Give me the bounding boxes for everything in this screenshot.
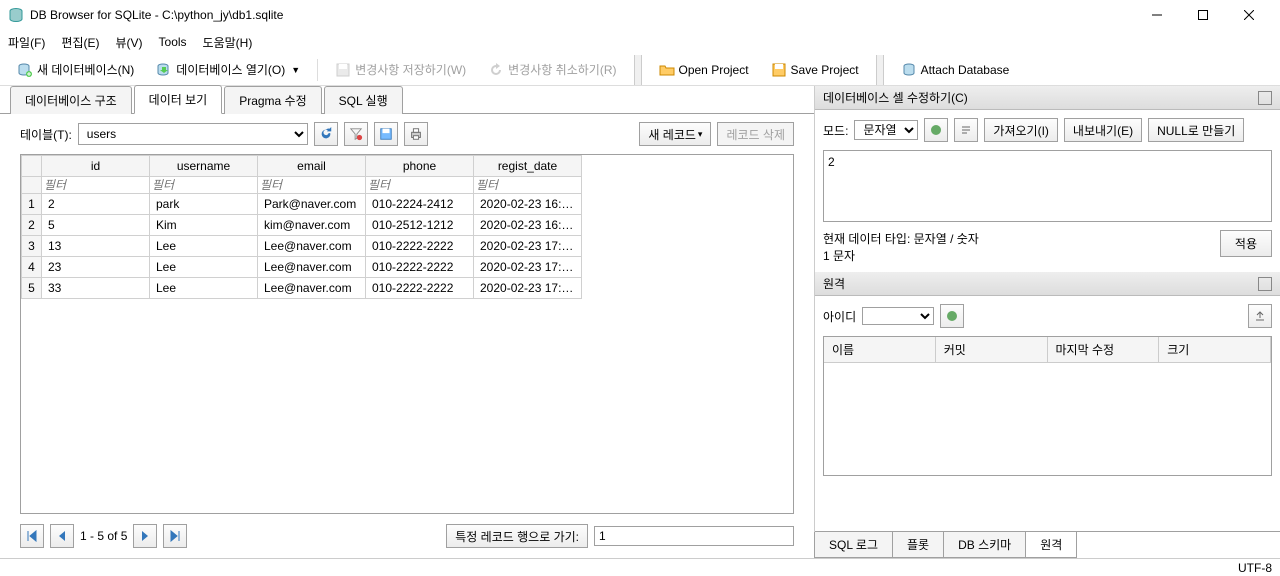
goto-row-input[interactable] bbox=[594, 526, 794, 546]
save-icon bbox=[335, 62, 351, 78]
menu-view[interactable]: 뷰(V) bbox=[115, 34, 142, 51]
col-username-header[interactable]: username bbox=[150, 156, 258, 177]
table-row[interactable]: 3 13 Lee Lee@naver.com 010-2222-2222 202… bbox=[22, 236, 582, 257]
print-button[interactable] bbox=[404, 122, 428, 146]
window-title: DB Browser for SQLite - C:\python_jy\db1… bbox=[30, 8, 1134, 22]
revert-changes-button[interactable]: 변경사항 취소하기(R) bbox=[479, 56, 625, 83]
remote-refresh-button[interactable] bbox=[940, 304, 964, 328]
folder-open-icon bbox=[659, 62, 675, 78]
char-count: 1 문자 bbox=[823, 247, 979, 264]
open-database-button[interactable]: 데이터베이스 열기(O) ▼ bbox=[147, 56, 309, 83]
tab-sql[interactable]: SQL 실행 bbox=[324, 86, 403, 114]
statusbar: UTF-8 bbox=[0, 558, 1280, 576]
tab-structure[interactable]: 데이터베이스 구조 bbox=[10, 86, 132, 114]
main-tabs: 데이터베이스 구조 데이터 보기 Pragma 수정 SQL 실행 bbox=[0, 86, 814, 114]
clear-filter-button[interactable] bbox=[344, 122, 368, 146]
table-select[interactable]: users bbox=[78, 123, 308, 145]
format-button[interactable] bbox=[924, 118, 948, 142]
revert-icon bbox=[488, 62, 504, 78]
table-row[interactable]: 2 5 Kim kim@naver.com 010-2512-1212 2020… bbox=[22, 215, 582, 236]
tab-browse[interactable]: 데이터 보기 bbox=[134, 85, 223, 114]
data-type-info: 현재 데이터 타입: 문자열 / 숫자 bbox=[823, 230, 979, 247]
attach-database-button[interactable]: Attach Database bbox=[892, 57, 1019, 83]
open-project-button[interactable]: Open Project bbox=[650, 57, 758, 83]
apply-button[interactable]: 적용 bbox=[1220, 230, 1272, 257]
refresh-button[interactable] bbox=[314, 122, 338, 146]
mode-label: 모드: bbox=[823, 122, 848, 139]
filter-phone[interactable] bbox=[366, 177, 473, 193]
prev-page-button[interactable] bbox=[50, 524, 74, 548]
menu-tools[interactable]: Tools bbox=[159, 35, 187, 49]
last-page-button[interactable] bbox=[163, 524, 187, 548]
cell-editor-header: 데이터베이스 셀 수정하기(C) bbox=[815, 86, 1280, 110]
data-table[interactable]: id username email phone regist_date bbox=[20, 154, 794, 514]
chevron-down-icon: ▼ bbox=[291, 65, 300, 75]
tab-schema[interactable]: DB 스키마 bbox=[943, 532, 1026, 558]
bottom-tabs: SQL 로그 플롯 DB 스키마 원격 bbox=[815, 531, 1280, 558]
table-row[interactable]: 4 23 Lee Lee@naver.com 010-2222-2222 202… bbox=[22, 257, 582, 278]
table-row[interactable]: 5 33 Lee Lee@naver.com 010-2222-2222 202… bbox=[22, 278, 582, 299]
table-row[interactable]: 1 2 park Park@naver.com 010-2224-2412 20… bbox=[22, 194, 582, 215]
separator-big bbox=[634, 55, 642, 85]
separator bbox=[317, 59, 318, 81]
menu-edit[interactable]: 편집(E) bbox=[61, 34, 99, 51]
remote-col-size[interactable]: 크기 bbox=[1159, 337, 1271, 362]
tab-pragma[interactable]: Pragma 수정 bbox=[224, 86, 321, 114]
remote-id-select[interactable] bbox=[862, 307, 934, 325]
remote-col-commit[interactable]: 커밋 bbox=[936, 337, 1048, 362]
filter-email[interactable] bbox=[258, 177, 365, 193]
separator-big bbox=[876, 55, 884, 85]
import-button[interactable]: 가져오기(I) bbox=[984, 118, 1058, 142]
save-changes-button[interactable]: 변경사항 저장하기(W) bbox=[326, 56, 475, 83]
remote-table[interactable]: 이름 커밋 마지막 수정 크기 bbox=[823, 336, 1272, 476]
filter-id[interactable] bbox=[42, 177, 149, 193]
col-email-header[interactable]: email bbox=[258, 156, 366, 177]
first-page-button[interactable] bbox=[20, 524, 44, 548]
tab-remote[interactable]: 원격 bbox=[1025, 532, 1077, 558]
filter-username[interactable] bbox=[150, 177, 257, 193]
filter-date[interactable] bbox=[474, 177, 581, 193]
mode-select[interactable]: 문자열 bbox=[854, 120, 918, 140]
new-database-button[interactable]: 새 데이터베이스(N) bbox=[8, 56, 143, 83]
export-button[interactable]: 내보내기(E) bbox=[1064, 118, 1142, 142]
main-toolbar: 새 데이터베이스(N) 데이터베이스 열기(O) ▼ 변경사항 저장하기(W) … bbox=[0, 54, 1280, 86]
close-button[interactable] bbox=[1226, 0, 1272, 30]
tab-sql-log[interactable]: SQL 로그 bbox=[814, 532, 893, 558]
remote-col-lastmod[interactable]: 마지막 수정 bbox=[1048, 337, 1160, 362]
pager-status: 1 - 5 of 5 bbox=[80, 529, 127, 543]
save-project-icon bbox=[771, 62, 787, 78]
col-phone-header[interactable]: phone bbox=[366, 156, 474, 177]
remote-panel-header: 원격 bbox=[815, 272, 1280, 296]
col-date-header[interactable]: regist_date bbox=[474, 156, 582, 177]
new-record-button[interactable]: 새 레코드▾ bbox=[639, 122, 711, 146]
save-project-button[interactable]: Save Project bbox=[762, 57, 868, 83]
minimize-button[interactable] bbox=[1134, 0, 1180, 30]
maximize-button[interactable] bbox=[1180, 0, 1226, 30]
titlebar: DB Browser for SQLite - C:\python_jy\db1… bbox=[0, 0, 1280, 30]
encoding-label: UTF-8 bbox=[1238, 561, 1272, 575]
db-new-icon bbox=[17, 62, 33, 78]
goto-row-button[interactable]: 특정 레코드 행으로 가기: bbox=[446, 524, 588, 548]
cell-value-editor[interactable]: 2 bbox=[823, 150, 1272, 222]
table-label: 테이블(T): bbox=[20, 126, 72, 143]
tab-plot[interactable]: 플롯 bbox=[892, 532, 944, 558]
undock-icon[interactable] bbox=[1258, 91, 1272, 105]
remote-id-label: 아이디 bbox=[823, 308, 856, 325]
delete-record-button[interactable]: 레코드 삭제 bbox=[717, 122, 794, 146]
menu-help[interactable]: 도움말(H) bbox=[203, 34, 253, 51]
wrap-button[interactable] bbox=[954, 118, 978, 142]
remote-col-name[interactable]: 이름 bbox=[824, 337, 936, 362]
menu-file[interactable]: 파일(F) bbox=[8, 34, 45, 51]
next-page-button[interactable] bbox=[133, 524, 157, 548]
remote-push-button[interactable] bbox=[1248, 304, 1272, 328]
rownum-header bbox=[22, 156, 42, 177]
menubar: 파일(F) 편집(E) 뷰(V) Tools 도움말(H) bbox=[0, 30, 1280, 54]
col-id-header[interactable]: id bbox=[42, 156, 150, 177]
app-icon bbox=[8, 7, 24, 23]
set-null-button[interactable]: NULL로 만들기 bbox=[1148, 118, 1244, 142]
undock-icon[interactable] bbox=[1258, 277, 1272, 291]
db-attach-icon bbox=[901, 62, 917, 78]
save-table-button[interactable] bbox=[374, 122, 398, 146]
db-open-icon bbox=[156, 62, 172, 78]
